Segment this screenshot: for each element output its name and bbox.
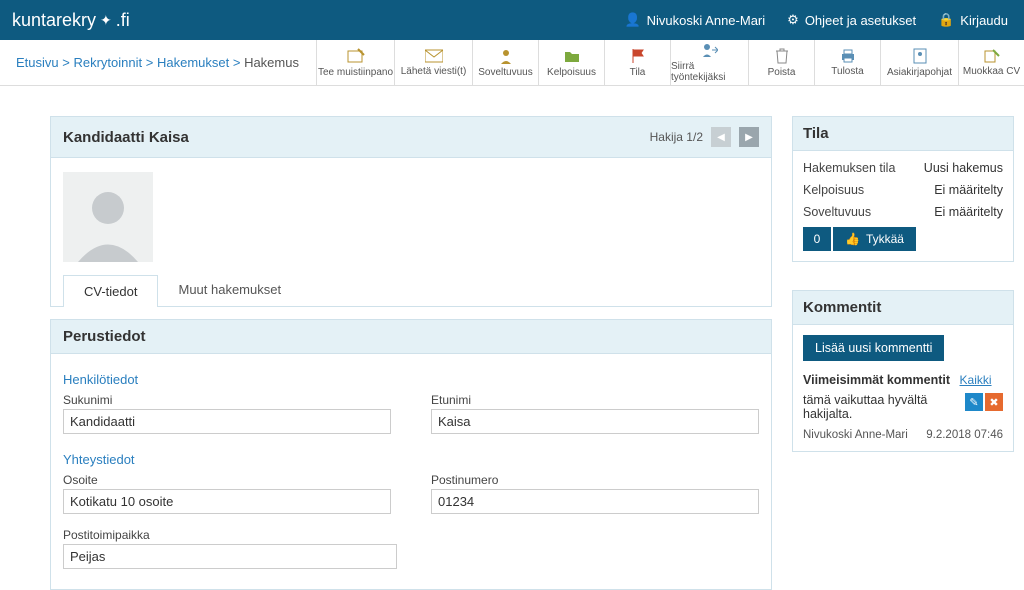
action-row: Etusivu > Rekrytoinnit > Hakemukset > Ha… xyxy=(0,40,1024,86)
comment-text: tämä vaikuttaa hyvältä hakijalta. xyxy=(803,393,957,421)
logout-label: Kirjaudu xyxy=(960,13,1008,28)
breadcrumb: Etusivu > Rekrytoinnit > Hakemukset > Ha… xyxy=(16,55,309,70)
tab-cv[interactable]: CV-tiedot xyxy=(63,275,158,307)
avatar-placeholder-icon xyxy=(73,182,143,262)
person-star-icon xyxy=(499,48,513,64)
label-sukunimi: Sukunimi xyxy=(63,393,391,407)
avatar xyxy=(63,172,153,262)
v-hakemuksen-tila: Uusi hakemus xyxy=(924,161,1003,175)
edit-comment-icon[interactable]: ✎ xyxy=(965,393,983,411)
input-postitoimipaikka[interactable]: Peijas xyxy=(63,544,397,569)
crumb-hakemukset[interactable]: Hakemukset xyxy=(157,55,229,70)
comment-author: Nivukoski Anne-Mari xyxy=(803,429,908,441)
panel-tila: Tila Hakemuksen tila Uusi hakemus Kelpois… xyxy=(792,116,1014,262)
logo-text: kuntarekry xyxy=(12,10,96,31)
input-sukunimi[interactable]: Kandidaatti xyxy=(63,409,391,434)
logo-suffix: .fi xyxy=(116,10,130,31)
label-etunimi: Etunimi xyxy=(431,393,759,407)
tab-other-applications[interactable]: Muut hakemukset xyxy=(158,274,301,306)
comment-time: 9.2.2018 07:46 xyxy=(926,429,1003,441)
person-arrow-icon xyxy=(702,42,718,58)
trash-icon xyxy=(776,48,788,64)
document-icon xyxy=(913,48,927,64)
v-soveltuvuus: Ei määritelty xyxy=(934,205,1003,219)
latest-comments-label: Viimeisimmät kommentit xyxy=(803,373,950,387)
logo[interactable]: kuntarekry ✦ .fi xyxy=(12,10,130,31)
topbar: kuntarekry ✦ .fi 👤 Nivukoski Anne-Mari ⚙… xyxy=(0,0,1024,40)
input-osoite[interactable]: Kotikatu 10 osoite xyxy=(63,489,391,514)
help-label: Ohjeet ja asetukset xyxy=(805,13,916,28)
like-label: Tykkää xyxy=(866,232,904,246)
user-icon: 👤 xyxy=(624,12,640,28)
tool-state[interactable]: Tila xyxy=(604,40,670,85)
candidate-body: CV-tiedot Muut hakemukset xyxy=(50,158,772,307)
folder-icon xyxy=(564,48,580,64)
section-perustiedot-title: Perustiedot xyxy=(50,319,772,354)
label-postinumero: Postinumero xyxy=(431,473,759,487)
tool-print[interactable]: Tulosta xyxy=(814,40,880,85)
tool-note[interactable]: Tee muistiinpano xyxy=(316,40,394,85)
label-postitoimipaikka: Postitoimipaikka xyxy=(63,528,397,542)
gear-icon: ⚙ xyxy=(787,12,799,28)
tool-eligibility[interactable]: Kelpoisuus xyxy=(538,40,604,85)
user-link[interactable]: 👤 Nivukoski Anne-Mari xyxy=(624,12,765,28)
candidate-title: Kandidaatti Kaisa xyxy=(63,129,189,146)
input-etunimi[interactable]: Kaisa xyxy=(431,409,759,434)
help-link[interactable]: ⚙ Ohjeet ja asetukset xyxy=(787,12,916,28)
tool-edit-cv[interactable]: Muokkaa CV xyxy=(958,40,1024,85)
crumb-rekrytoinnit[interactable]: Rekrytoinnit xyxy=(73,55,142,70)
thumbs-up-icon: 👍 xyxy=(845,232,860,246)
note-icon xyxy=(347,48,365,64)
label-osoite: Osoite xyxy=(63,473,391,487)
candidate-pager: Hakija 1/2 ◀ ▶ xyxy=(650,127,759,147)
k-kelpoisuus: Kelpoisuus xyxy=(803,183,864,197)
k-soveltuvuus: Soveltuvuus xyxy=(803,205,871,219)
sub-yhteystiedot[interactable]: Yhteystiedot xyxy=(63,452,759,467)
all-comments-link[interactable]: Kaikki xyxy=(960,373,992,387)
pager-text: Hakija 1/2 xyxy=(650,130,703,144)
add-comment-button[interactable]: Lisää uusi kommentti xyxy=(803,335,944,361)
lock-icon: 🔒 xyxy=(938,12,954,28)
tool-send[interactable]: Lähetä viesti(t) xyxy=(394,40,472,85)
panel-kommentit: Kommentit Lisää uusi kommentti Viimeisim… xyxy=(792,290,1014,452)
like-button[interactable]: 👍 Tykkää xyxy=(833,227,916,251)
tool-move[interactable]: Siirrä työntekijäksi xyxy=(670,40,748,85)
k-hakemuksen-tila: Hakemuksen tila xyxy=(803,161,895,175)
logout-link[interactable]: 🔒 Kirjaudu xyxy=(938,12,1008,28)
tool-delete[interactable]: Poista xyxy=(748,40,814,85)
sub-henkilotiedot[interactable]: Henkilötiedot xyxy=(63,372,759,387)
delete-comment-icon[interactable]: ✖ xyxy=(985,393,1003,411)
panel-tila-title: Tila xyxy=(792,116,1014,151)
panel-kommentit-title: Kommentit xyxy=(792,290,1014,325)
tool-docs[interactable]: Asiakirjapohjat xyxy=(880,40,958,85)
candidate-header: Kandidaatti Kaisa Hakija 1/2 ◀ ▶ xyxy=(50,116,772,158)
edit-cv-icon xyxy=(984,49,1000,63)
crumb-current: Hakemus xyxy=(244,55,299,70)
tool-suitability[interactable]: Soveltuvuus xyxy=(472,40,538,85)
top-links: 👤 Nivukoski Anne-Mari ⚙ Ohjeet ja asetuk… xyxy=(624,12,1008,28)
v-kelpoisuus: Ei määritelty xyxy=(934,183,1003,197)
crumb-etusivu[interactable]: Etusivu xyxy=(16,55,59,70)
like-count: 0 xyxy=(803,227,831,251)
logo-star-icon: ✦ xyxy=(100,12,112,29)
toolbar: Tee muistiinpano Lähetä viesti(t) Sovelt… xyxy=(316,40,1024,85)
pager-prev-button: ◀ xyxy=(711,127,731,147)
flag-icon xyxy=(631,48,645,64)
mail-icon xyxy=(425,49,443,63)
pager-next-button[interactable]: ▶ xyxy=(739,127,759,147)
section-perustiedot: Henkilötiedot Sukunimi Kandidaatti Etuni… xyxy=(50,354,772,590)
candidate-tabs: CV-tiedot Muut hakemukset xyxy=(63,274,759,306)
input-postinumero[interactable]: 01234 xyxy=(431,489,759,514)
print-icon xyxy=(840,49,856,63)
user-name: Nivukoski Anne-Mari xyxy=(647,13,766,28)
